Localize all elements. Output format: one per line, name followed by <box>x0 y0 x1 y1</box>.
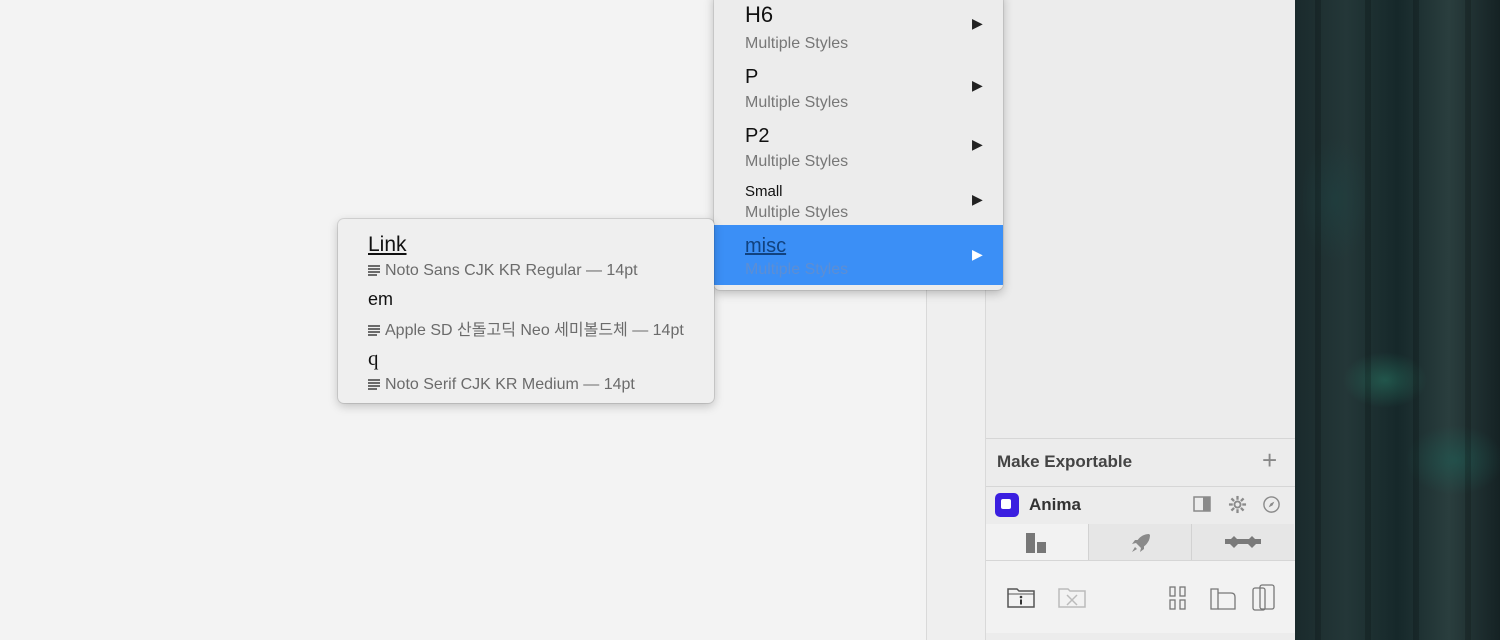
menu-item-subtitle: Multiple Styles <box>745 261 849 278</box>
make-exportable-label: Make Exportable <box>997 452 1133 471</box>
misc-submenu: Link Noto Sans CJK KR Regular — 14pt em … <box>338 219 714 403</box>
submenu-arrow-icon: ▶ <box>972 77 983 93</box>
submenu-arrow-icon: ▶ <box>972 191 983 207</box>
style-name: em <box>368 289 394 309</box>
menu-item-misc[interactable]: misc Multiple Styles ▶ <box>714 225 1003 285</box>
submenu-item-em[interactable]: em Apple SD 산돌고딕 Neo 세미볼드체 — 14pt <box>368 289 698 339</box>
desktop-background <box>1295 0 1500 640</box>
menu-item-title: P2 <box>745 125 770 147</box>
text-lines-icon <box>368 379 380 390</box>
menu-item-title: misc <box>745 235 787 257</box>
menu-item-subtitle: Multiple Styles <box>745 204 849 221</box>
tab-launch[interactable] <box>1089 524 1192 560</box>
tab-layout[interactable] <box>986 524 1089 560</box>
menu-item-p2[interactable]: P2 Multiple Styles ▶ <box>714 118 1003 177</box>
text-lines-icon <box>368 325 380 336</box>
layout-icon <box>1026 533 1046 553</box>
menu-item-p[interactable]: P Multiple Styles ▶ <box>714 59 1003 118</box>
submenu-arrow-icon: ▶ <box>972 136 983 152</box>
text-lines-icon <box>368 265 380 276</box>
divider <box>986 438 1295 439</box>
submenu-arrow-icon: ▶ <box>972 246 983 262</box>
grid-icon[interactable] <box>1169 586 1187 615</box>
divider <box>986 486 1295 487</box>
text-style-menu: H6 Multiple Styles ▶ P Multiple Styles ▶… <box>714 0 1003 290</box>
style-description: Noto Sans CJK KR Regular — 14pt <box>368 262 638 280</box>
anima-logo-icon <box>995 493 1019 517</box>
folder-remove-icon <box>1058 585 1087 614</box>
menu-item-title: H6 <box>745 2 774 27</box>
menu-item-h6[interactable]: H6 Multiple Styles ▶ <box>714 0 1003 59</box>
submenu-item-q[interactable]: q Noto Serif CJK KR Medium — 14pt <box>368 346 698 396</box>
submenu-item-link[interactable]: Link Noto Sans CJK KR Regular — 14pt <box>368 233 698 283</box>
panel-toggle-icon[interactable] <box>1193 495 1211 518</box>
style-name: Link <box>368 233 407 256</box>
menu-item-small[interactable]: Small Multiple Styles ▶ <box>714 177 1003 225</box>
style-description: Apple SD 산돌고딕 Neo 세미볼드체 — 14pt <box>368 316 684 340</box>
breakpoint-icon[interactable] <box>1209 585 1237 616</box>
style-name: q <box>368 346 379 370</box>
compass-icon[interactable] <box>1262 495 1281 519</box>
anima-tabbar <box>986 524 1295 560</box>
rocket-icon <box>1132 534 1150 552</box>
plugin-name: Anima <box>1029 495 1081 514</box>
menu-item-subtitle: Multiple Styles <box>745 153 849 170</box>
submenu-arrow-icon: ▶ <box>972 15 983 31</box>
style-description: Noto Serif CJK KR Medium — 14pt <box>368 376 635 394</box>
menu-item-title: Small <box>745 183 783 200</box>
tab-link[interactable] <box>1192 524 1294 560</box>
menu-item-subtitle: Multiple Styles <box>745 35 849 52</box>
menu-item-subtitle: Multiple Styles <box>745 94 849 111</box>
device-icon[interactable] <box>1252 584 1276 617</box>
menu-item-title: P <box>745 66 759 88</box>
gear-icon[interactable] <box>1228 495 1247 519</box>
link-icon <box>1225 536 1261 548</box>
folder-info-icon[interactable] <box>1007 585 1036 614</box>
add-export-button[interactable]: + <box>1262 447 1277 473</box>
